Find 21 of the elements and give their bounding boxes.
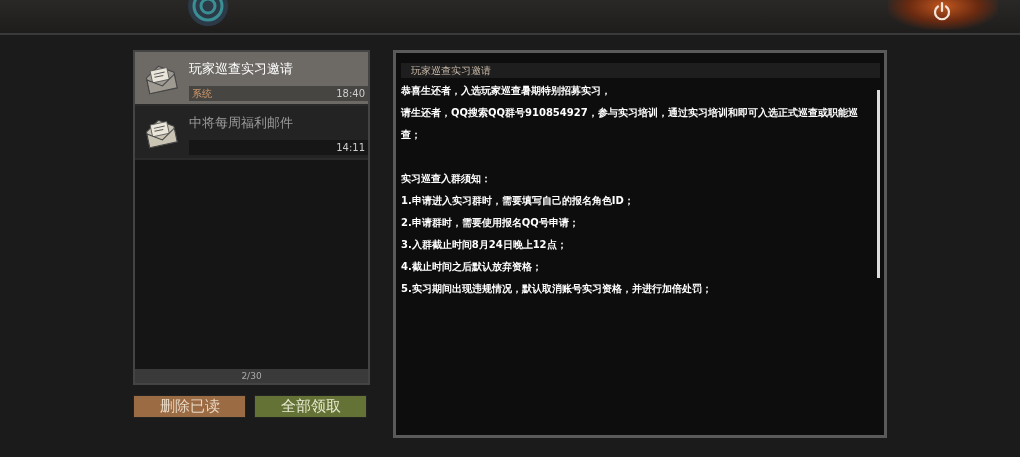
message-line: 3.入群截止时间8月24日晚上12点； xyxy=(401,238,568,252)
message-title: 玩家巡查实习邀请 xyxy=(401,63,880,78)
claim-all-button[interactable]: 全部领取 xyxy=(254,395,367,418)
message-line: 2.申请群时，需要使用报名QQ号申请； xyxy=(401,216,580,230)
delete-read-button[interactable]: 删除已读 xyxy=(133,395,246,418)
message-line: 请生还者，QQ搜索QQ群号910854927，参与实习培训，通过实习培训和即可入选正式巡查或职能巡查； xyxy=(401,106,859,142)
message-line: 实习巡查入群须知： xyxy=(401,172,492,186)
mail-time: 18:40 xyxy=(336,87,365,101)
message-line: 4.截止时间之后默认放弃资格； xyxy=(401,260,543,274)
scrollbar[interactable] xyxy=(877,90,880,278)
page-counter: 2/30 xyxy=(135,369,368,383)
mail-item[interactable]: 玩家巡查实习邀请 系统 18:40 xyxy=(135,52,368,106)
message-line: 5.实习期间出现违规情况，默认取消账号实习资格，并进行加倍处罚； xyxy=(401,282,713,296)
mail-time: 14:11 xyxy=(336,141,365,155)
mail-title: 中将每周福利邮件 xyxy=(189,114,294,132)
mail-sender: 系统 xyxy=(192,87,212,101)
mail-item[interactable]: 中将每周福利邮件 14:11 xyxy=(135,106,368,160)
power-icon[interactable] xyxy=(931,1,953,23)
message-line: 1.申请进入实习群时，需要填写自己的报名角色ID； xyxy=(401,194,635,208)
mail-title: 玩家巡查实习邀请 xyxy=(189,60,294,78)
message-line: 恭喜生还者，入选玩家巡查暑期特别招募实习， xyxy=(401,84,612,98)
